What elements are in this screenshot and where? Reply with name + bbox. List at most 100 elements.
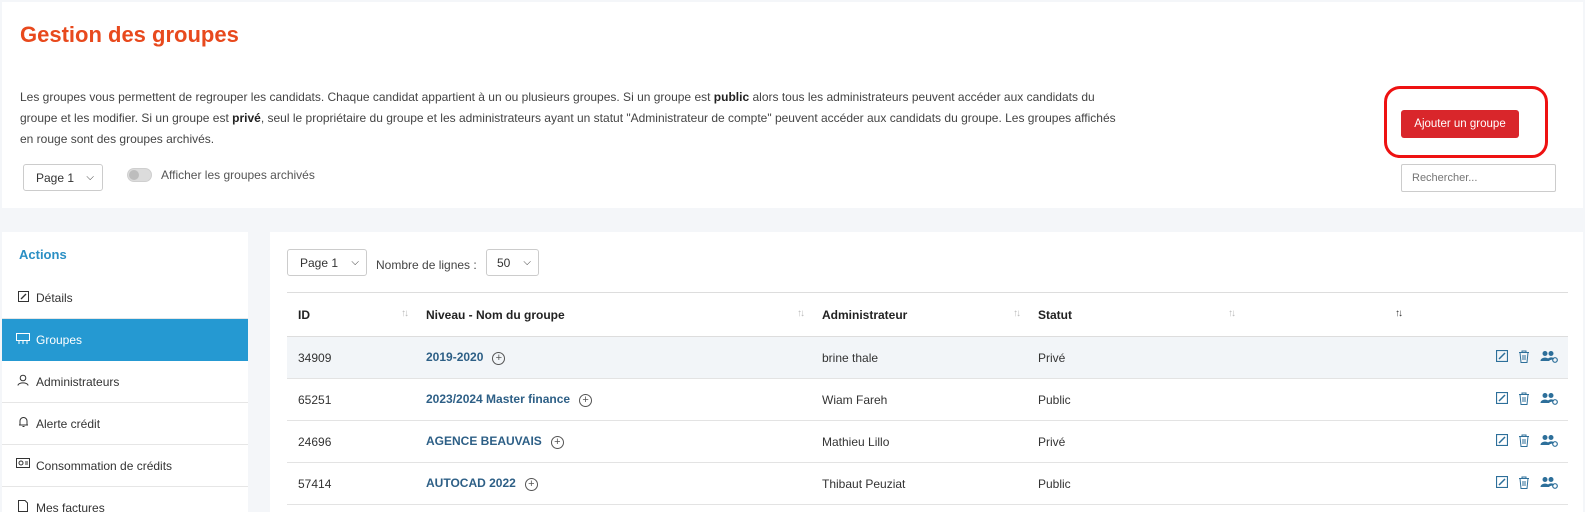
cell-status: Public [1027, 378, 1242, 421]
credits-icon [16, 458, 30, 473]
sidebar-item-label: Mes factures [36, 500, 105, 512]
manage-users-icon[interactable] [1540, 350, 1558, 366]
header-label: Administrateur [822, 307, 908, 322]
expand-plus-icon[interactable]: + [550, 435, 564, 449]
groups-table-panel: Page 1 ⌵ Nombre de lignes : 50 ⌵ ID ↑↓ Ni… [270, 232, 1583, 512]
add-group-button[interactable]: Ajouter un groupe [1401, 110, 1519, 138]
edit-icon [16, 290, 30, 305]
manage-users-icon[interactable] [1540, 434, 1558, 450]
sort-desc-icon: ↑↓ [1395, 308, 1403, 319]
table-header-row: ID ↑↓ Niveau - Nom du groupe ↑↓ Administra… [287, 292, 1568, 337]
sidebar-item-label: Détails [36, 290, 73, 305]
sidebar-title: Actions [19, 247, 67, 262]
sidebar-item-label: Alerte crédit [36, 416, 101, 431]
archived-toggle-row: Afficher les groupes archivés [127, 168, 315, 182]
header-label: Statut [1038, 307, 1072, 322]
table-page-select[interactable]: Page 1 ⌵ [287, 249, 367, 276]
table-row[interactable]: 34909 2019-2020 + brine thale Privé [287, 336, 1568, 379]
sidebar-item-credit-consumption[interactable]: Consommation de crédits [2, 445, 248, 487]
expand-plus-icon[interactable]: + [524, 477, 538, 491]
trash-icon[interactable] [1518, 434, 1530, 450]
cell-group-name: AUTOCAD 2022 + [415, 462, 811, 505]
chevron-down-icon: ⌵ [86, 172, 94, 183]
invoice-icon [16, 500, 30, 512]
rows-per-page-label: Nombre de lignes : [376, 258, 477, 272]
header-administrator[interactable]: Administrateur ↑↓ [811, 292, 1027, 337]
table-row[interactable]: 65251 2023/2024 Master finance + Wiam Far… [287, 378, 1568, 421]
row-actions [1253, 433, 1568, 450]
expand-plus-icon[interactable]: + [492, 351, 506, 365]
table-row[interactable]: 57414 AUTOCAD 2022 + Thibaut Peuziat Publ… [287, 462, 1568, 505]
edit-icon[interactable] [1495, 349, 1509, 365]
row-actions [1253, 475, 1568, 492]
cell-group-name: 2019-2020 + [415, 336, 811, 379]
sidebar-item-details[interactable]: Détails [2, 277, 248, 319]
sort-icon: ↑↓ [1228, 308, 1236, 319]
sidebar-item-label: Administrateurs [36, 374, 120, 389]
cell-administrator: Mathieu Lillo [811, 420, 1027, 463]
sidebar: Actions Détails Groupes Administrateurs … [2, 232, 248, 512]
sidebar-item-label: Consommation de crédits [36, 458, 173, 473]
archived-toggle[interactable] [127, 168, 152, 182]
table-row[interactable]: 24696 AGENCE BEAUVAIS + Mathieu Lillo Pri… [287, 420, 1568, 463]
cell-actions [1242, 420, 1568, 463]
sidebar-item-invoices[interactable]: Mes factures [2, 487, 248, 512]
cell-actions [1242, 378, 1568, 421]
header-panel: Gestion des groupes Les groupes vous per… [2, 2, 1583, 208]
cell-id: 34909 [287, 336, 415, 379]
page-select[interactable]: Page 1 ⌵ [23, 164, 103, 191]
bell-icon [16, 416, 30, 431]
page-title: Gestion des groupes [20, 22, 239, 47]
group-name-link[interactable]: 2019-2020 [426, 350, 483, 364]
cell-actions [1242, 462, 1568, 505]
manage-users-icon[interactable] [1540, 476, 1558, 492]
header-status[interactable]: Statut ↑↓ [1027, 292, 1242, 337]
header-label: ID [298, 307, 310, 322]
edit-icon[interactable] [1495, 475, 1509, 491]
search-input[interactable] [1401, 164, 1556, 192]
rows-per-page-value: 50 [497, 255, 511, 270]
sort-icon: ↑↓ [401, 308, 409, 319]
header-id[interactable]: ID ↑↓ [287, 292, 415, 337]
expand-plus-icon[interactable]: + [579, 393, 593, 407]
chevron-down-icon: ⌵ [523, 257, 531, 268]
desc-bold-public: public [713, 90, 750, 104]
desc-text-1: Les groupes vous permettent de regrouper… [20, 90, 714, 104]
header-actions[interactable]: ↑↓ [1242, 292, 1568, 337]
cell-status: Public [1027, 462, 1242, 505]
cell-id: 57414 [287, 462, 415, 505]
sidebar-item-label: Groupes [36, 333, 83, 347]
cell-actions [1242, 336, 1568, 379]
manage-users-icon[interactable] [1540, 392, 1558, 408]
header-group-name[interactable]: Niveau - Nom du groupe ↑↓ [415, 292, 811, 337]
cell-status: Privé [1027, 420, 1242, 463]
group-name-link[interactable]: 2023/2024 Master finance [426, 392, 570, 406]
cell-administrator: Thibaut Peuziat [811, 462, 1027, 505]
desc-bold-private: privé [232, 111, 261, 125]
cell-administrator: Wiam Fareh [811, 378, 1027, 421]
sort-icon: ↑↓ [797, 308, 805, 319]
groups-table: ID ↑↓ Niveau - Nom du groupe ↑↓ Administra… [287, 292, 1568, 505]
group-name-link[interactable]: AGENCE BEAUVAIS [426, 434, 542, 448]
sidebar-item-credit-alert[interactable]: Alerte crédit [2, 403, 248, 445]
admin-icon [16, 374, 30, 389]
cell-group-name: AGENCE BEAUVAIS + [415, 420, 811, 463]
sidebar-item-groups[interactable]: Groupes [2, 319, 248, 361]
trash-icon[interactable] [1518, 392, 1530, 408]
table-page-select-value: Page 1 [300, 255, 339, 270]
sidebar-item-administrators[interactable]: Administrateurs [2, 361, 248, 403]
trash-icon[interactable] [1518, 350, 1530, 366]
edit-icon[interactable] [1495, 433, 1509, 449]
chevron-down-icon: ⌵ [351, 257, 359, 268]
archived-toggle-label: Afficher les groupes archivés [161, 168, 315, 182]
cell-group-name: 2023/2024 Master finance + [415, 378, 811, 421]
edit-icon[interactable] [1495, 391, 1509, 407]
group-name-link[interactable]: AUTOCAD 2022 [426, 476, 516, 490]
row-actions [1253, 391, 1568, 408]
groups-icon [16, 332, 30, 348]
rows-per-page-select[interactable]: 50 ⌵ [486, 249, 539, 276]
trash-icon[interactable] [1518, 476, 1530, 492]
header-label: Niveau - Nom du groupe [426, 307, 565, 322]
cell-status: Privé [1027, 336, 1242, 379]
cell-id: 24696 [287, 420, 415, 463]
